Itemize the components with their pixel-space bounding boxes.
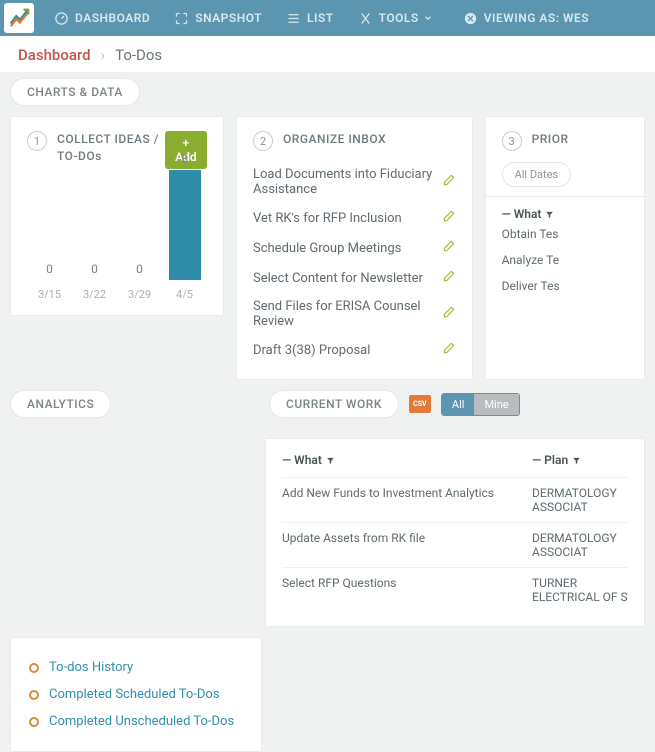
nav-label: LIST	[307, 11, 334, 25]
chart-column: 0 3/22	[72, 262, 117, 301]
collect-ideas-card: 1 COLLECT IDEAS / TO-DOs + Add 03/1503/2…	[10, 116, 224, 316]
chart-x-label: 3/22	[83, 288, 106, 301]
breadcrumb-root[interactable]: Dashboard	[18, 46, 91, 64]
analytics-links-card: To-dos History Completed Scheduled To-Dos…	[10, 637, 262, 752]
inbox-item[interactable]: Select Content for Newsletter	[253, 263, 456, 293]
inbox-item-text: Select Content for Newsletter	[253, 271, 423, 286]
bullet-icon	[29, 717, 39, 727]
chart-value: 0	[136, 262, 143, 276]
chart-x-label: 4/5	[176, 288, 193, 301]
what-column-header[interactable]: — What	[282, 453, 532, 467]
analytics-link[interactable]: Completed Unscheduled To-Dos	[29, 708, 243, 735]
filter-icon	[545, 210, 554, 219]
prioritize-card: 3 PRIOR All Dates — What Obtain TesAnaly…	[485, 116, 645, 380]
analytics-link-text: To-dos History	[49, 660, 133, 675]
edit-icon[interactable]	[442, 173, 456, 191]
nav-label: VIEWING AS: WES	[484, 11, 589, 25]
inbox-item[interactable]: Load Documents into Fiduciary Assistance	[253, 161, 456, 203]
inbox-item-text: Schedule Group Meetings	[253, 241, 401, 256]
charts-data-header: CHARTS & DATA	[10, 78, 140, 106]
step-2-label: ORGANIZE INBOX	[283, 131, 386, 148]
inbox-item-text: Load Documents into Fiduciary Assistance	[253, 167, 442, 197]
inbox-item-text: Draft 3(38) Proposal	[253, 343, 370, 358]
toggle-mine[interactable]: Mine	[474, 394, 518, 415]
step-1-badge: 1	[27, 131, 47, 151]
nav-label: SNAPSHOT	[195, 11, 262, 25]
chart-x-label: 3/29	[128, 288, 151, 301]
table-row[interactable]: Select RFP QuestionsTURNER ELECTRICAL OF…	[282, 567, 628, 612]
chevron-down-icon	[423, 13, 433, 23]
analytics-header: ANALYTICS	[10, 390, 111, 418]
inbox-item-text: Vet RK's for RFP Inclusion	[253, 211, 402, 226]
current-work-header: CURRENT WORK	[269, 390, 399, 418]
cell-what: Add New Funds to Investment Analytics	[282, 486, 532, 514]
cell-what: Select RFP Questions	[282, 576, 532, 604]
cell-plan: TURNER ELECTRICAL OF S	[532, 576, 628, 604]
step-3-label: PRIOR	[532, 131, 569, 148]
app-logo[interactable]	[4, 3, 34, 33]
cell-plan: DERMATOLOGY ASSOCIAT	[532, 531, 628, 559]
nav-label: DASHBOARD	[75, 11, 150, 25]
nav-snapshot[interactable]: SNAPSHOT	[162, 0, 274, 36]
filter-icon	[572, 456, 581, 465]
nav-tools[interactable]: TOOLS	[346, 0, 451, 36]
edit-icon[interactable]	[442, 239, 456, 257]
close-circle-icon	[463, 11, 478, 26]
chart-column: 8 4/5	[162, 152, 207, 301]
chart-column: 0 3/15	[27, 262, 72, 301]
edit-icon[interactable]	[442, 269, 456, 287]
inbox-item[interactable]: Send Files for ERISA Counsel Review	[253, 293, 456, 335]
chart-value: 8	[181, 152, 188, 166]
cell-what: Update Assets from RK file	[282, 531, 532, 559]
all-dates-filter[interactable]: All Dates	[502, 162, 572, 187]
cell-plan: DERMATOLOGY ASSOCIAT	[532, 486, 628, 514]
chart-column: 0 3/29	[117, 262, 162, 301]
chevron-right-icon: ›	[101, 46, 106, 64]
inbox-item[interactable]: Draft 3(38) Proposal	[253, 335, 456, 365]
chart-value: 0	[46, 262, 53, 276]
edit-icon[interactable]	[442, 209, 456, 227]
breadcrumb-current: To-Dos	[115, 46, 162, 64]
prior-row[interactable]: Obtain Tes	[502, 221, 628, 247]
tools-icon	[358, 11, 373, 26]
analytics-link-text: Completed Scheduled To-Dos	[49, 687, 220, 702]
organize-inbox-card: 2 ORGANIZE INBOX Load Documents into Fid…	[236, 116, 473, 380]
step-3-badge: 3	[502, 131, 522, 151]
inbox-item[interactable]: Vet RK's for RFP Inclusion	[253, 203, 456, 233]
table-row[interactable]: Update Assets from RK fileDERMATOLOGY AS…	[282, 522, 628, 567]
nav-label: TOOLS	[379, 11, 419, 25]
step-1-label: COLLECT IDEAS / TO-DOs	[57, 131, 165, 165]
bullet-icon	[29, 663, 39, 673]
inbox-item[interactable]: Schedule Group Meetings	[253, 233, 456, 263]
bullet-icon	[29, 690, 39, 700]
gauge-icon	[54, 11, 69, 26]
step-2-badge: 2	[253, 131, 273, 151]
toggle-all[interactable]: All	[442, 394, 475, 415]
all-mine-toggle[interactable]: All Mine	[441, 393, 520, 416]
edit-icon[interactable]	[442, 341, 456, 359]
what-column-header[interactable]: — What	[502, 207, 628, 221]
top-nav: DASHBOARD SNAPSHOT LIST TOOLS VIEWING AS…	[0, 0, 655, 36]
analytics-link-text: Completed Unscheduled To-Dos	[49, 714, 234, 729]
chart-x-label: 3/15	[38, 288, 61, 301]
snapshot-icon	[174, 11, 189, 26]
prior-row[interactable]: Analyze Te	[502, 247, 628, 273]
breadcrumb: Dashboard › To-Dos	[0, 36, 655, 72]
plan-column-header[interactable]: — Plan	[532, 453, 628, 467]
filter-icon	[326, 456, 335, 465]
nav-dashboard[interactable]: DASHBOARD	[42, 0, 162, 36]
analytics-link[interactable]: Completed Scheduled To-Dos	[29, 681, 243, 708]
list-icon	[286, 11, 301, 26]
chart-bar	[169, 170, 201, 280]
csv-export-icon[interactable]: CSV	[409, 395, 431, 413]
analytics-link[interactable]: To-dos History	[29, 654, 243, 681]
edit-icon[interactable]	[442, 305, 456, 323]
nav-list[interactable]: LIST	[274, 0, 346, 36]
chart-value: 0	[91, 262, 98, 276]
nav-viewing-as[interactable]: VIEWING AS: WES	[451, 0, 601, 36]
todos-bar-chart: 03/1503/2203/2984/5	[27, 181, 207, 301]
current-work-table: — What — Plan Add New Funds to Investmen…	[265, 438, 645, 627]
prior-row[interactable]: Deliver Tes	[502, 273, 628, 299]
inbox-item-text: Send Files for ERISA Counsel Review	[253, 299, 442, 329]
